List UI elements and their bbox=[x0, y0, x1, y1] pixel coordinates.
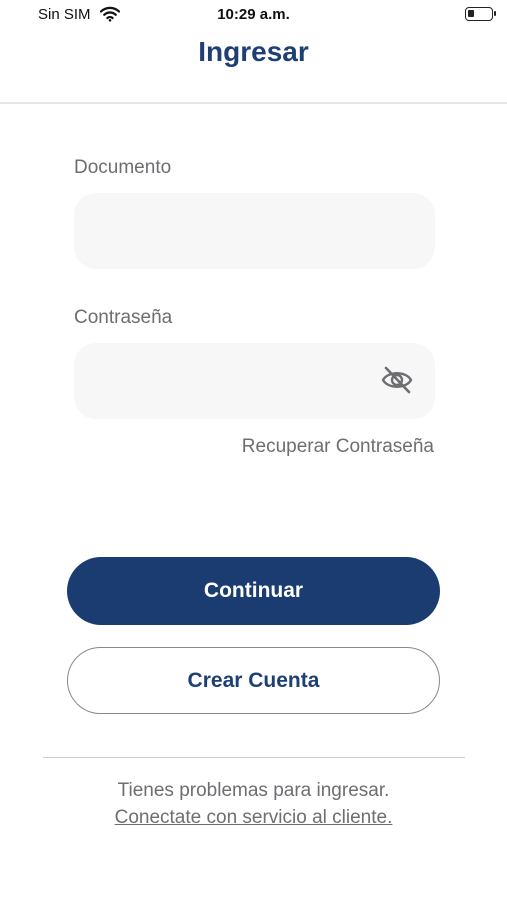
battery-level bbox=[468, 10, 474, 17]
document-label: Documento bbox=[74, 157, 172, 178]
clock: 10:29 a.m. bbox=[217, 6, 290, 23]
page-title: Ingresar bbox=[198, 36, 309, 67]
login-screen: Sin SIM 10:29 a.m. Ingresar Documento Co… bbox=[0, 0, 507, 900]
eye-off-icon[interactable] bbox=[380, 365, 414, 395]
status-bar: Sin SIM 10:29 a.m. bbox=[0, 0, 507, 30]
header: Ingresar bbox=[0, 30, 507, 104]
create-account-button[interactable]: Crear Cuenta bbox=[67, 647, 440, 714]
customer-service-link[interactable]: Conectate con servicio al cliente. bbox=[0, 807, 507, 829]
recover-password-link[interactable]: Recuperar Contraseña bbox=[242, 436, 434, 458]
password-label: Contraseña bbox=[74, 307, 173, 328]
continue-button[interactable]: Continuar bbox=[67, 557, 440, 625]
divider bbox=[43, 757, 465, 758]
document-input[interactable] bbox=[74, 193, 435, 269]
help-text: Tienes problemas para ingresar. bbox=[117, 780, 390, 801]
battery-icon bbox=[465, 7, 496, 21]
